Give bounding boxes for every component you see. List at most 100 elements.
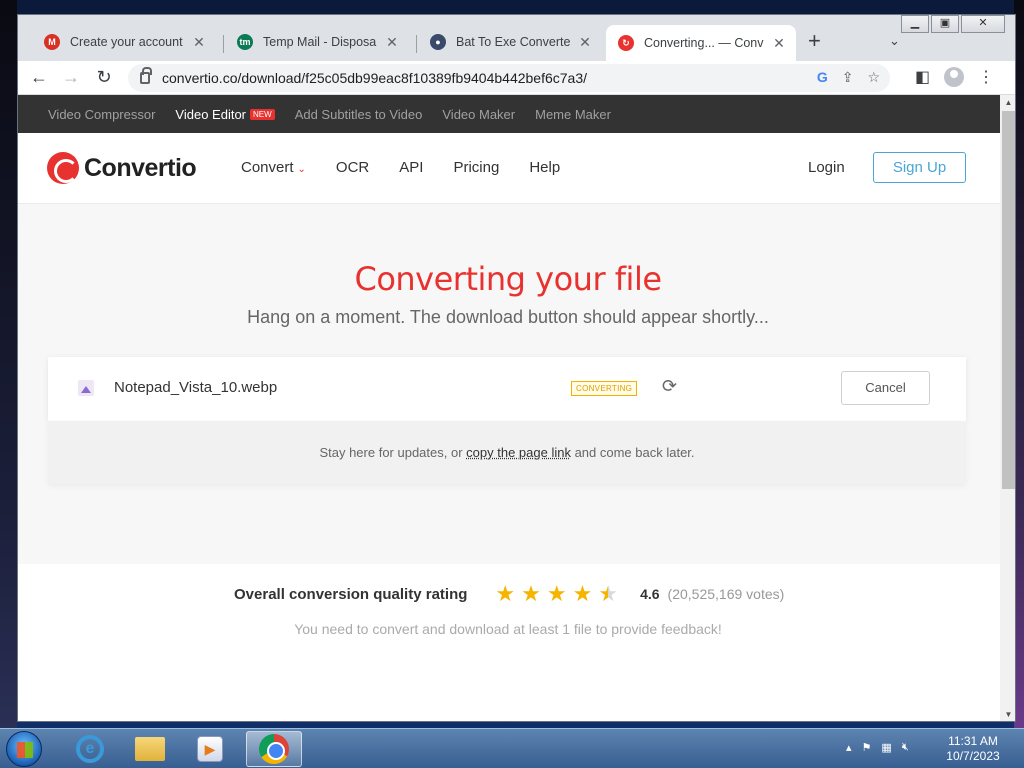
rating-votes: (20,525,169 votes) <box>667 586 785 602</box>
taskbar-chrome[interactable] <box>246 731 302 767</box>
rating-stars[interactable]: ★ ★ ★ ★ ★ <box>495 583 618 605</box>
nav-convert[interactable]: Convert ⌄ <box>241 159 306 176</box>
share-icon[interactable]: ⇪ <box>842 69 854 86</box>
minimize-icon[interactable]: ▁ <box>901 15 929 33</box>
tab-create-account[interactable]: M Create your account - M ✕ <box>32 25 216 59</box>
update-notice: Stay here for updates, or copy the page … <box>48 421 966 484</box>
file-row: Notepad_Vista_10.webp CONVERTING ⟳ Cance… <box>48 357 966 421</box>
profile-avatar-icon[interactable] <box>944 67 965 87</box>
gmail-favicon-icon: M <box>44 34 60 50</box>
tab-title: Converting... — Convert <box>644 36 764 50</box>
tempmail-favicon-icon: tm <box>237 34 253 50</box>
promo-link-label: Video Editor <box>175 106 247 122</box>
rating-score: 4.6 <box>640 586 660 602</box>
tab-converting[interactable]: ↻ Converting... — Convert ✕ <box>606 25 796 61</box>
taskbar-media-player[interactable]: ▶ <box>182 731 238 767</box>
back-arrow-icon[interactable]: ← <box>28 67 50 88</box>
main-nav: Convert ⌄ OCR API Pricing Help <box>241 159 560 176</box>
new-tab-plus-icon[interactable]: + <box>808 30 821 52</box>
rating-row: Overall conversion quality rating ★ ★ ★ … <box>234 583 784 605</box>
maximize-icon[interactable]: ▣ <box>931 15 959 33</box>
star-icon[interactable]: ★ <box>521 583 541 605</box>
url-text[interactable]: convertio.co/download/f25c05db99eac8f103… <box>162 70 587 86</box>
login-link[interactable]: Login <box>808 159 845 176</box>
close-tab-icon[interactable]: ✕ <box>385 34 399 51</box>
notice-text-end: and come back later. <box>570 445 695 460</box>
page-viewport: Video Compressor Video Editor NEW Add Sub… <box>18 95 1000 721</box>
bat-to-exe-favicon-icon: ● <box>430 34 446 50</box>
network-icon[interactable]: ▦ <box>881 741 891 754</box>
close-tab-icon[interactable]: ✕ <box>772 35 786 52</box>
nav-ocr[interactable]: OCR <box>336 159 369 176</box>
taskbar-internet-explorer[interactable]: e <box>62 731 118 767</box>
bookmark-star-icon[interactable]: ☆ <box>867 69 880 86</box>
promo-bar: Video Compressor Video Editor NEW Add Sub… <box>18 95 1000 133</box>
side-panel-icon[interactable]: ◧ <box>915 67 930 87</box>
page-scrollbar[interactable]: ▲ ▼ <box>1000 95 1015 721</box>
clock-time: 11:31 AM <box>948 734 998 748</box>
promo-link-video-compressor[interactable]: Video Compressor <box>48 107 155 122</box>
tab-title: Bat To Exe Converter (64 <box>456 35 570 49</box>
convertio-logo-icon <box>47 152 79 184</box>
media-player-icon: ▶ <box>197 736 223 762</box>
close-tab-icon[interactable]: ✕ <box>578 34 592 51</box>
nav-api[interactable]: API <box>399 159 423 176</box>
scroll-up-arrow-icon[interactable]: ▲ <box>1000 95 1015 111</box>
cancel-button[interactable]: Cancel <box>841 371 930 405</box>
convertio-favicon-icon: ↻ <box>618 35 634 51</box>
action-center-flag-icon[interactable]: ⚑ <box>862 741 872 754</box>
rating-label: Overall conversion quality rating <box>234 585 468 603</box>
new-badge: NEW <box>250 108 275 120</box>
internet-explorer-icon: e <box>76 735 104 763</box>
close-tab-icon[interactable]: ✕ <box>192 34 206 51</box>
address-bar[interactable]: convertio.co/download/f25c05db99eac8f103… <box>128 64 890 92</box>
sign-up-button[interactable]: Sign Up <box>873 152 966 183</box>
system-tray: ▴ ⚑ ▦ 🔇︎ <box>846 741 909 754</box>
browser-toolbar: ← → ↻ convertio.co/download/f25c05db99ea… <box>18 61 1015 95</box>
tray-expand-icon[interactable]: ▴ <box>846 741 852 754</box>
promo-link-video-maker[interactable]: Video Maker <box>442 107 515 122</box>
logo-text: Convertio <box>84 153 197 182</box>
tab-separator <box>416 35 417 53</box>
star-icon[interactable]: ★ <box>495 583 515 605</box>
lock-icon[interactable] <box>140 67 152 84</box>
reload-icon[interactable]: ↻ <box>93 67 115 88</box>
file-name: Notepad_Vista_10.webp <box>114 379 278 396</box>
close-window-icon[interactable]: ✕ <box>961 15 1005 33</box>
half-star-icon[interactable]: ★ <box>598 583 618 605</box>
promo-link-video-editor[interactable]: Video Editor NEW <box>175 106 275 122</box>
page-subtitle: Hang on a moment. The download button sh… <box>247 307 769 327</box>
folder-icon <box>135 737 165 761</box>
tab-search-chevron-icon[interactable]: ⌄ <box>889 33 900 49</box>
nav-convert-label: Convert <box>241 159 294 176</box>
clock-date: 10/7/2023 <box>946 749 1000 763</box>
rating-section: Overall conversion quality rating ★ ★ ★ … <box>18 565 998 721</box>
menu-kebab-icon[interactable]: ⋮ <box>978 67 994 87</box>
tab-bat-to-exe[interactable]: ● Bat To Exe Converter (64 ✕ <box>418 25 602 59</box>
volume-muted-icon[interactable]: 🔇︎ <box>902 741 909 754</box>
promo-link-meme-maker[interactable]: Meme Maker <box>535 107 611 122</box>
google-translate-icon[interactable]: G <box>817 69 828 86</box>
scroll-thumb[interactable] <box>1002 111 1015 489</box>
system-clock[interactable]: 11:31 AM 10/7/2023 <box>942 734 1004 764</box>
taskbar-file-explorer[interactable] <box>122 731 178 767</box>
feedback-hint: You need to convert and download at leas… <box>294 621 722 637</box>
nav-help[interactable]: Help <box>529 159 560 176</box>
forward-arrow-icon[interactable]: → <box>60 67 82 88</box>
tab-strip: M Create your account - M ✕ tm Temp Mail… <box>18 15 1015 61</box>
start-button[interactable] <box>6 731 42 767</box>
nav-pricing[interactable]: Pricing <box>453 159 499 176</box>
tab-temp-mail[interactable]: tm Temp Mail - Disposable ✕ <box>225 25 409 59</box>
copy-page-link[interactable]: copy the page link <box>466 445 571 460</box>
convertio-logo[interactable]: Convertio <box>47 152 197 184</box>
tab-title: Create your account - M <box>70 35 184 49</box>
star-icon[interactable]: ★ <box>547 583 567 605</box>
tab-separator <box>223 35 224 53</box>
promo-link-add-subtitles[interactable]: Add Subtitles to Video <box>295 107 423 122</box>
conversion-section: Converting your file Hang on a moment. T… <box>18 204 1000 564</box>
star-icon[interactable]: ★ <box>573 583 593 605</box>
scroll-down-arrow-icon[interactable]: ▼ <box>1000 707 1015 721</box>
refresh-spinner-icon: ⟳ <box>662 376 678 396</box>
image-file-icon <box>78 380 94 396</box>
browser-window: M Create your account - M ✕ tm Temp Mail… <box>17 14 1016 722</box>
